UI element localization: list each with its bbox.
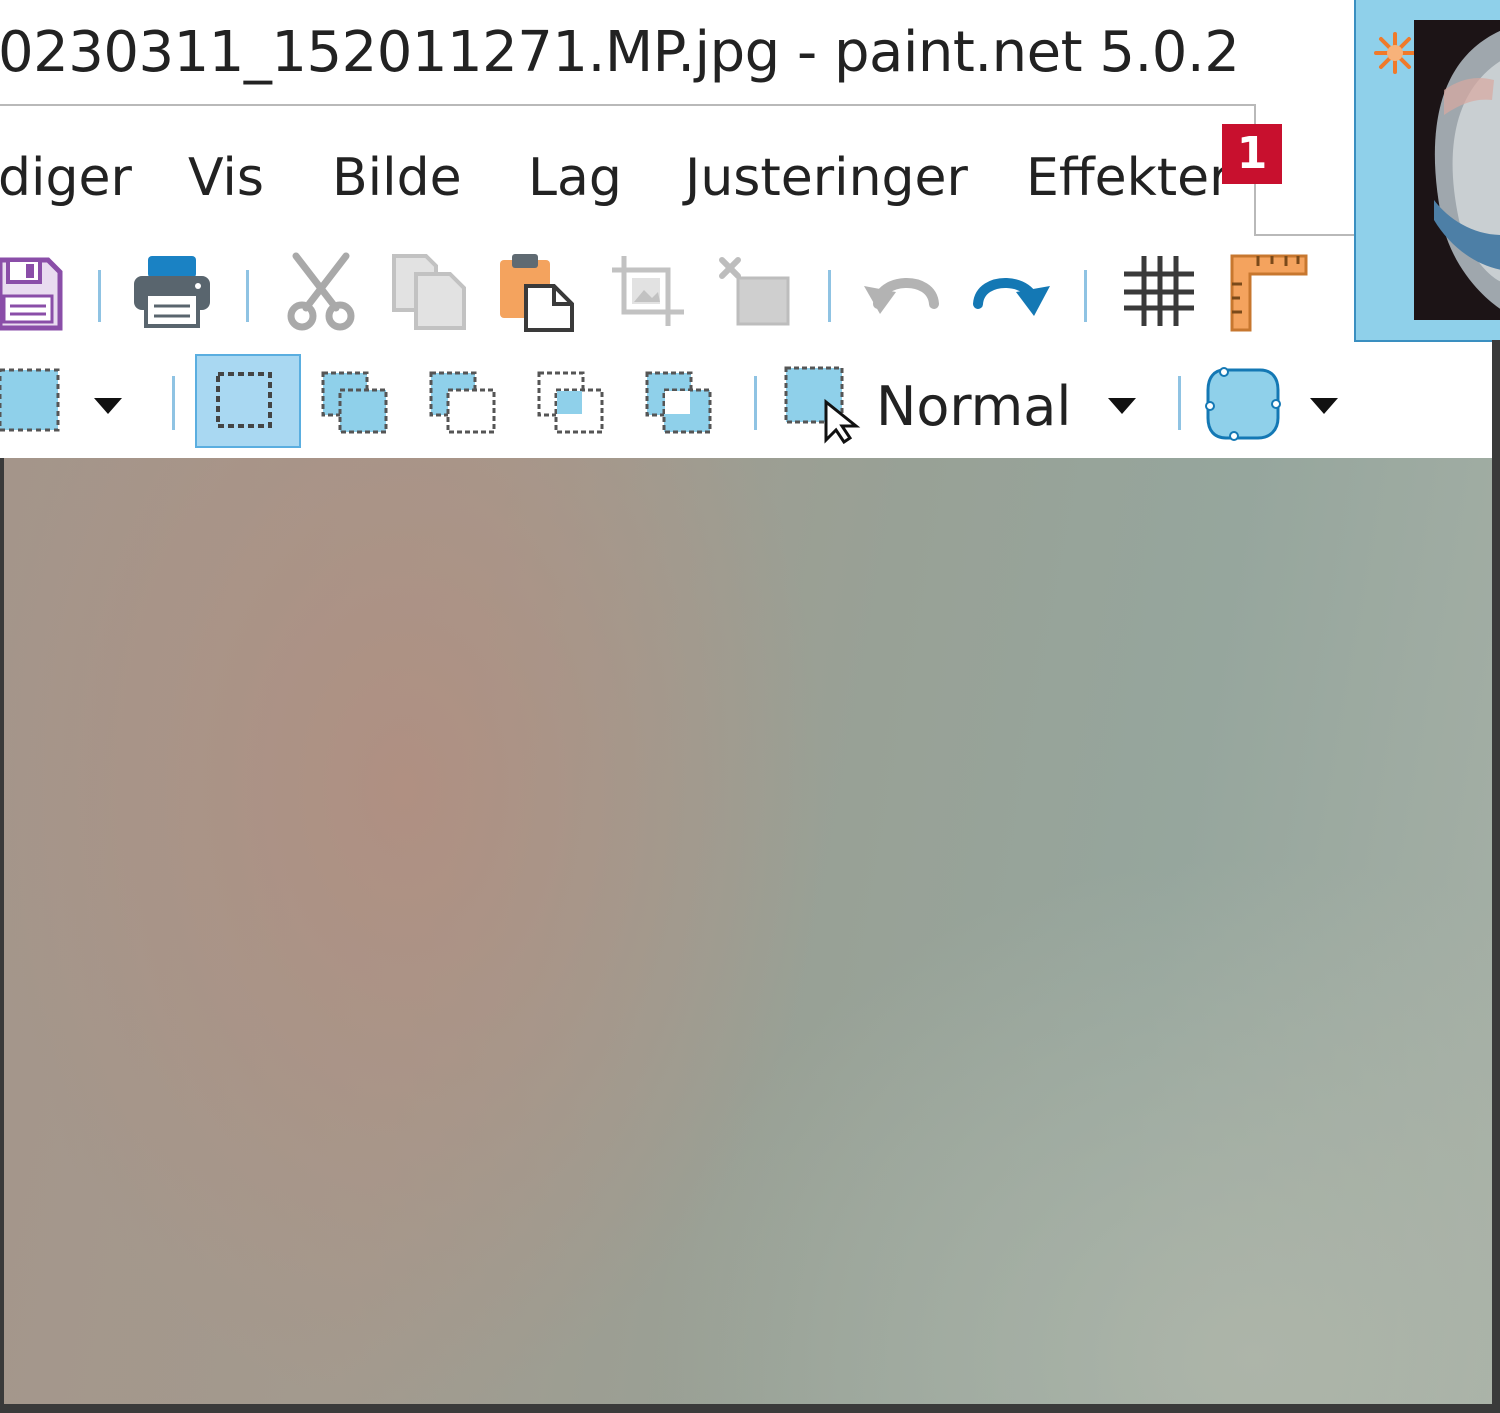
canvas-border	[1492, 340, 1500, 1413]
toolbar-separator	[828, 270, 831, 322]
paste-icon[interactable]	[496, 252, 578, 334]
window-title: 0230311_152011271.MP.jpg - paint.net 5.0…	[0, 20, 1240, 85]
menu-edit[interactable]: diger	[0, 148, 132, 208]
toolbar-separator	[1084, 270, 1087, 322]
cut-icon[interactable]	[286, 252, 356, 332]
chevron-down-icon[interactable]	[92, 396, 124, 416]
selection-shape-icon[interactable]	[0, 368, 62, 434]
toolbar-separator	[246, 270, 249, 322]
menu-frame-line	[1254, 234, 1364, 236]
redo-icon[interactable]	[970, 264, 1052, 324]
print-icon[interactable]	[132, 254, 212, 330]
toolbar-separator	[172, 376, 175, 430]
unsaved-star-icon	[1374, 32, 1416, 74]
copy-icon[interactable]	[390, 252, 470, 332]
replace-mode-icon[interactable]	[214, 370, 274, 430]
intersect-mode-icon[interactable]	[536, 370, 606, 436]
menu-view[interactable]: Vis	[188, 148, 264, 208]
deselect-icon[interactable]	[716, 256, 792, 328]
menu-layer[interactable]: Lag	[528, 148, 622, 208]
canvas-border	[0, 1404, 1500, 1413]
image-canvas[interactable]	[0, 458, 1494, 1408]
toolbar-separator	[98, 270, 101, 322]
undo-icon[interactable]	[862, 264, 942, 324]
ruler-icon[interactable]	[1228, 252, 1308, 332]
antialias-icon[interactable]	[1204, 366, 1282, 442]
notification-badge[interactable]: 1	[1222, 124, 1282, 184]
thumbnail-picture	[1414, 20, 1500, 320]
blend-mode-dropdown[interactable]: Normal	[876, 375, 1071, 438]
toolbar-separator	[1178, 376, 1181, 430]
chevron-down-icon[interactable]	[1106, 396, 1138, 416]
union-mode-icon[interactable]	[320, 370, 390, 436]
paintnet-window: 0230311_152011271.MP.jpg - paint.net 5.0…	[0, 0, 1500, 1413]
title-bar: 0230311_152011271.MP.jpg - paint.net 5.0…	[0, 0, 1340, 110]
grid-icon[interactable]	[1122, 254, 1196, 328]
crop-icon[interactable]	[610, 254, 686, 330]
menu-effects[interactable]: Effekter	[1026, 148, 1231, 208]
chevron-down-icon[interactable]	[1308, 396, 1340, 416]
selection-cursor-icon[interactable]	[784, 366, 864, 444]
menu-adjustments[interactable]: Justeringer	[685, 148, 968, 208]
menu-image[interactable]: Bilde	[332, 148, 462, 208]
image-thumbnail-panel[interactable]	[1354, 0, 1500, 342]
image-thumbnail[interactable]	[1414, 20, 1500, 320]
save-icon[interactable]	[0, 256, 64, 332]
main-toolbar	[0, 240, 1354, 352]
toolbar-separator	[754, 376, 757, 430]
exclude-mode-icon[interactable]	[428, 370, 498, 436]
xor-mode-icon[interactable]	[644, 370, 714, 436]
